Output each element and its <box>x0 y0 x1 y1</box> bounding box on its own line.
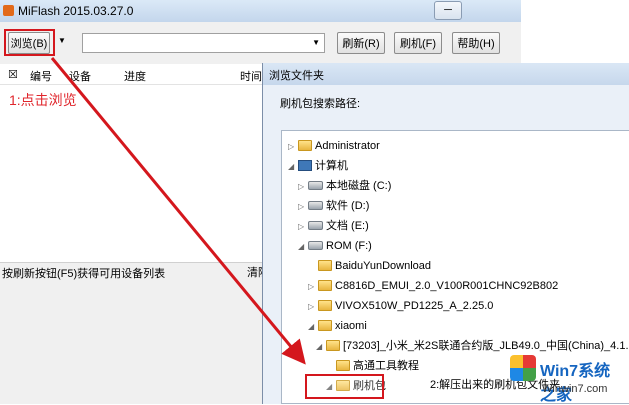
windows-logo-icon <box>510 355 536 381</box>
watermark-title: Win7系统之家 <box>540 363 611 404</box>
watermark-logo: Win7系统之家 Winwin7.com <box>510 355 625 404</box>
watermark-url: Winwin7.com <box>542 383 608 395</box>
annotation-arrow <box>50 57 306 365</box>
arrow-line <box>50 57 306 365</box>
